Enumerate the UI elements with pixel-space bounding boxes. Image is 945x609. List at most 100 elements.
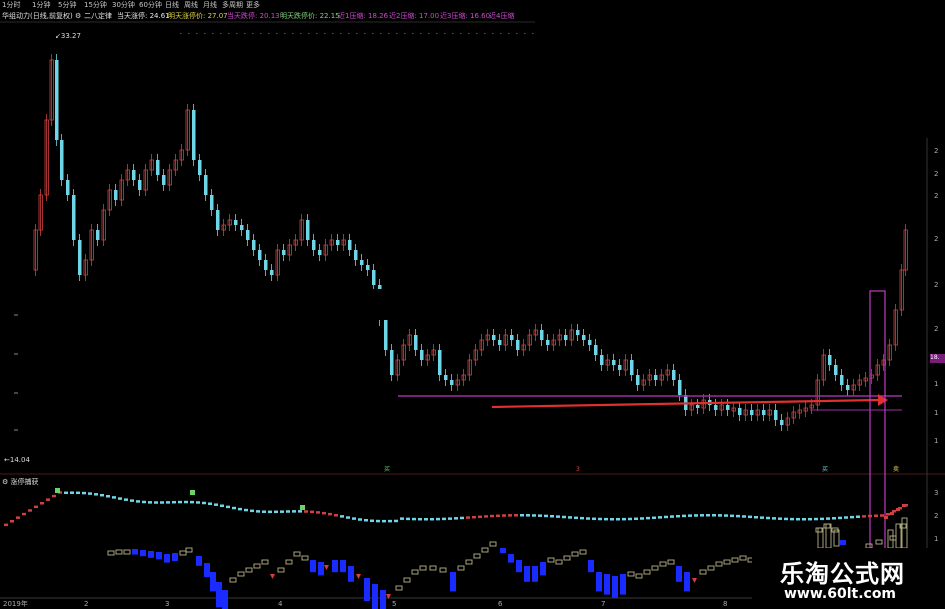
gear-icon[interactable]: ⚙ — [2, 478, 8, 486]
lower-blue-step — [620, 574, 626, 579]
lower-indicator-dot — [814, 517, 818, 521]
lower-red-dot — [896, 508, 900, 511]
lower-axis-tick: 2 — [934, 512, 939, 520]
lower-indicator-dot — [352, 517, 356, 520]
lower-indicator-dot — [412, 517, 416, 521]
candle-body-down — [630, 360, 634, 375]
period-tab-11[interactable]: 更多 — [246, 0, 260, 10]
lower-blue-fill — [364, 583, 370, 601]
candle-body-down — [162, 175, 166, 185]
lower-blue-step — [524, 566, 530, 571]
lower-indicator-dot — [574, 516, 578, 520]
lower-indicator-dot — [382, 519, 386, 523]
lower-blue-fill — [620, 579, 626, 595]
dotted-reference — [196, 33, 198, 34]
indicator-name[interactable]: 华组动力(日线,前复权) — [2, 10, 73, 22]
lower-olive-step — [465, 559, 473, 565]
lower-indicator-dot — [292, 510, 296, 513]
lower-signal-block — [55, 488, 60, 493]
lower-blue-step — [450, 572, 456, 577]
period-tab-5[interactable]: 30分钟 — [112, 0, 135, 10]
lower-olive-step — [715, 561, 723, 567]
candle-body-down — [198, 160, 202, 175]
lower-indicator-dot — [400, 517, 404, 520]
lower-indicator-dot — [760, 516, 764, 519]
lower-indicator-dot — [460, 516, 464, 520]
lower-indicator-dot — [406, 517, 410, 521]
lower-indicator-dot — [802, 517, 806, 521]
lower-blue-step — [516, 560, 522, 565]
candle-body-down — [750, 410, 754, 415]
lower-indicator-dot — [76, 491, 80, 495]
candle-body-down — [348, 240, 352, 250]
lower-red-dot — [884, 516, 888, 519]
lower-blue-step — [210, 572, 216, 577]
candle-body-down — [360, 260, 364, 265]
lower-blue-step — [684, 572, 690, 577]
lower-indicator-dot — [676, 514, 680, 518]
candle-body-down — [156, 160, 160, 175]
lower-indicator-dot — [202, 501, 206, 505]
lower-indicator-dot — [454, 517, 458, 520]
candle-body-down — [72, 195, 76, 240]
lower-blue-step — [216, 582, 222, 587]
period-tab-10[interactable]: 多周期 — [222, 0, 243, 10]
period-tab-2[interactable]: 1分钟 — [32, 0, 50, 10]
lower-indicator-dot — [736, 514, 740, 518]
lower-olive-step — [651, 565, 659, 571]
period-tab-4[interactable]: 15分钟 — [84, 0, 107, 10]
right-axis-tick: 2 — [934, 281, 939, 289]
lower-indicator-dot — [808, 517, 812, 521]
lower-panel-title: 涨停捕获 — [10, 478, 39, 486]
candle-body-down — [414, 335, 418, 350]
lower-indicator-dot — [436, 517, 440, 521]
lower-indicator-dot — [82, 491, 86, 495]
candle-body-down — [444, 375, 448, 380]
lower-indicator-dot — [64, 491, 68, 495]
lower-blue-step — [676, 566, 682, 571]
candle-body-down — [246, 230, 250, 240]
compress-1: 近1压缩: 18.26 — [338, 12, 389, 20]
lower-indicator-dot — [94, 493, 98, 496]
lower-indicator-dot — [358, 518, 362, 521]
dotted-reference — [484, 33, 486, 34]
lower-indicator-dot — [778, 517, 782, 520]
candle-body-down — [636, 375, 640, 385]
period-tab-9[interactable]: 月线 — [203, 0, 217, 10]
lower-indicator-dot — [568, 516, 572, 519]
lower-olive-step — [555, 559, 563, 565]
dotted-reference — [276, 33, 278, 34]
lower-olive-bar — [887, 529, 894, 549]
candle-body-down — [576, 330, 580, 335]
lower-indicator-dot — [118, 497, 122, 500]
lower-indicator-dot — [562, 515, 566, 519]
lower-olive-step — [395, 585, 403, 591]
lower-indicator-dot — [610, 517, 614, 521]
period-tab-3[interactable]: 5分钟 — [58, 0, 76, 10]
lower-panel-header: ⚙ 涨停捕获 — [2, 478, 39, 486]
lower-blue-step — [332, 560, 338, 565]
gear-icon[interactable]: ⚙ — [75, 10, 81, 22]
lower-indicator-dot — [664, 515, 668, 519]
lower-blue-step — [204, 563, 210, 568]
lower-blue-fill — [310, 565, 316, 573]
lower-indicator-dot — [316, 511, 320, 514]
formula-name: 二八定律 — [84, 12, 112, 20]
dotted-reference — [212, 33, 214, 34]
period-tab-1[interactable]: 1分时 — [2, 0, 20, 10]
period-tab-8[interactable]: 周线 — [184, 0, 198, 10]
lower-indicator-dot — [172, 500, 176, 504]
lower-indicator-dot — [112, 496, 116, 499]
dotted-reference — [452, 33, 454, 34]
dotted-reference — [444, 33, 446, 34]
period-tab-7[interactable]: 日线 — [165, 0, 179, 10]
lower-olive-step — [285, 559, 293, 565]
lower-blue-step — [156, 552, 162, 557]
candle-body-down — [264, 260, 268, 270]
lower-indicator-dot — [10, 520, 14, 523]
lower-indicator-dot — [646, 516, 650, 520]
lower-indicator-dot — [730, 514, 734, 518]
lower-red-dot — [902, 504, 906, 507]
candle-body-down — [366, 265, 370, 270]
period-tab-6[interactable]: 60分钟 — [139, 0, 162, 10]
